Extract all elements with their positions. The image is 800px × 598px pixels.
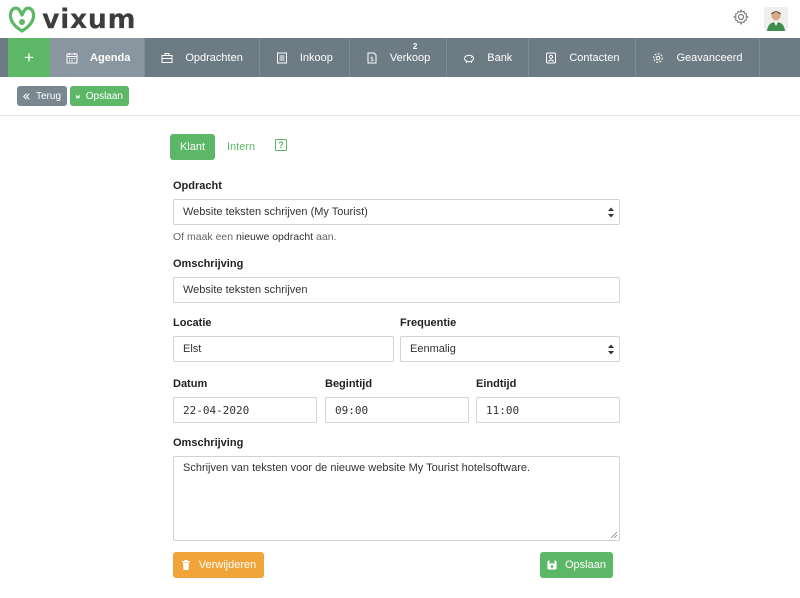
eindtijd-value: 11:00	[486, 403, 520, 417]
briefcase-icon	[161, 52, 173, 63]
frequentie-label: Frequentie	[400, 317, 457, 329]
nav-item-agenda[interactable]: Agenda	[50, 38, 146, 77]
nav-label-agenda: Agenda	[90, 51, 131, 64]
tab-klant[interactable]: Klant	[170, 134, 215, 160]
datum-value: 22-04-2020	[183, 403, 250, 417]
hint-suffix: aan.	[313, 231, 337, 243]
verkoop-badge: 2	[412, 42, 418, 51]
back-button[interactable]: Terug	[17, 86, 67, 106]
delete-button[interactable]: Verwijderen	[173, 552, 264, 578]
add-button[interactable]: +	[8, 38, 50, 77]
nav-item-bank[interactable]: Bank	[447, 38, 530, 77]
floppy-disk-icon	[547, 560, 557, 570]
hint-prefix: Of maak een	[173, 231, 237, 243]
omschrijving-value: Website teksten schrijven	[183, 284, 308, 296]
logo-text: vixum	[42, 3, 137, 35]
save-button-label: Opslaan	[565, 559, 606, 571]
nav-label-verkoop: Verkoop	[389, 51, 431, 64]
begintijd-input[interactable]: 09:00	[325, 397, 469, 423]
nav-item-opdrachten[interactable]: Opdrachten	[145, 38, 260, 77]
back-double-chevron-icon	[23, 92, 30, 100]
delete-button-label: Verwijderen	[198, 559, 257, 571]
datum-input[interactable]: 22-04-2020	[173, 397, 317, 423]
help-icon[interactable]: ?	[275, 139, 287, 151]
toolbar-save-button[interactable]: Opslaan	[70, 86, 129, 106]
nav-item-verkoop[interactable]: $ Verkoop 2	[350, 38, 448, 77]
vixum-logo[interactable]: vixum	[6, 3, 136, 35]
document-icon	[276, 52, 287, 63]
eindtijd-label: Eindtijd	[476, 378, 517, 390]
notes-label: Omschrijving	[173, 437, 244, 449]
nav-item-geavanceerd[interactable]: Geavanceerd	[636, 38, 760, 77]
invoice-icon: $	[367, 52, 377, 63]
resize-handle-icon[interactable]	[610, 531, 617, 538]
save-button[interactable]: Opslaan	[540, 552, 613, 578]
nav-label-bank: Bank	[487, 51, 513, 64]
nav-label-geavanceerd: Geavanceerd	[676, 51, 743, 64]
back-button-label: Terug	[35, 90, 61, 102]
opdracht-value: Website teksten schrijven (My Tourist)	[183, 206, 368, 218]
piggy-bank-icon	[464, 54, 475, 63]
frequentie-value: Eenmalig	[410, 343, 456, 355]
eindtijd-input[interactable]: 11:00	[476, 397, 620, 423]
svg-text:$: $	[370, 56, 374, 63]
floppy-disk-icon	[76, 94, 80, 98]
select-arrows-icon	[608, 207, 614, 218]
locatie-label: Locatie	[173, 317, 212, 329]
user-avatar[interactable]	[764, 7, 788, 31]
top-bar: vixum	[0, 0, 800, 38]
user-avatar-image	[764, 7, 788, 31]
tab-intern[interactable]: Intern	[227, 141, 255, 153]
main-nav: + Agenda Opdrachten Inkoop $ Verkoop 2 B…	[0, 38, 800, 77]
nav-item-contacten[interactable]: Contacten	[529, 38, 637, 77]
new-opdracht-hint: Of maak een nieuwe opdracht aan.	[173, 231, 336, 243]
opdracht-label: Opdracht	[173, 180, 222, 192]
trash-icon	[181, 560, 190, 570]
nav-item-inkoop[interactable]: Inkoop	[260, 38, 350, 77]
nav-label-opdrachten: Opdrachten	[185, 51, 243, 64]
opdracht-select[interactable]: Website teksten schrijven (My Tourist)	[173, 199, 620, 225]
new-opdracht-link[interactable]: nieuwe opdracht	[236, 231, 313, 243]
locatie-value: Elst	[183, 343, 202, 355]
begintijd-label: Begintijd	[325, 378, 373, 390]
datum-label: Datum	[173, 378, 208, 390]
notes-textarea[interactable]: Schrijven van teksten voor de nieuwe web…	[173, 456, 620, 541]
omschrijving-label: Omschrijving	[173, 258, 244, 270]
toolbar-save-label: Opslaan	[85, 90, 123, 102]
locatie-input[interactable]: Elst	[173, 336, 394, 362]
frequentie-select[interactable]: Eenmalig	[400, 336, 620, 362]
settings-gear-icon[interactable]	[733, 9, 749, 25]
nav-label-inkoop: Inkoop	[299, 51, 333, 64]
vixum-logo-icon	[8, 6, 36, 33]
action-toolbar: Terug Opslaan	[0, 77, 800, 116]
contact-icon	[546, 52, 557, 63]
begintijd-value: 09:00	[335, 403, 369, 417]
gear-icon	[653, 52, 664, 63]
select-arrows-icon	[608, 344, 614, 355]
notes-value: Schrijven van teksten voor de nieuwe web…	[183, 462, 531, 474]
calendar-icon	[66, 52, 78, 63]
nav-label-contacten: Contacten	[569, 51, 620, 64]
omschrijving-input[interactable]: Website teksten schrijven	[173, 277, 620, 303]
